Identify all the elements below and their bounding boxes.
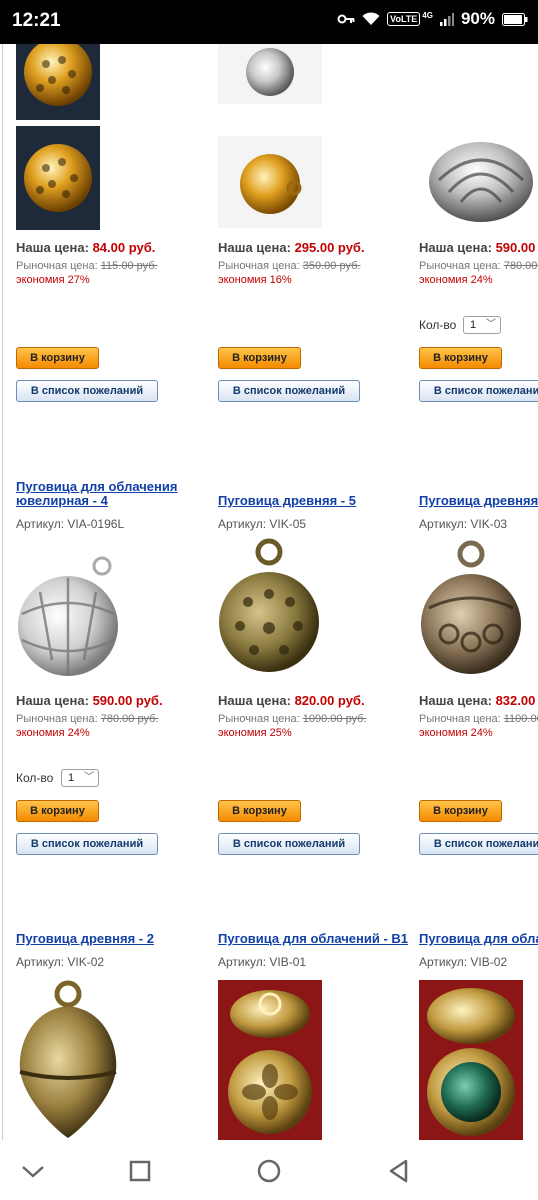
saving: экономия 16% — [218, 274, 292, 286]
sku: Артикул: VIA-0196L — [16, 517, 125, 531]
product-name-link[interactable]: Пуговица древняя - 2 — [16, 932, 154, 946]
sku: Артикул: VIB-01 — [218, 955, 307, 969]
product-image[interactable] — [218, 538, 320, 684]
add-to-cart-button[interactable]: В корзину — [419, 800, 502, 822]
product-grid: Наша цена: 84.00 руб. Рыночная цена: 115… — [0, 44, 538, 1140]
qty-select[interactable]: 1 ﹀ — [61, 769, 99, 787]
saving: экономия 25% — [218, 727, 292, 739]
add-to-wishlist-button[interactable]: В список пожеланий — [16, 833, 158, 855]
network-type: 4G — [422, 10, 433, 20]
volte-badge: VoLTE — [387, 12, 421, 26]
battery-icon — [502, 12, 528, 26]
product-image[interactable] — [419, 980, 523, 1140]
battery-percent: 90% — [460, 9, 495, 28]
product-image[interactable] — [16, 126, 100, 230]
market-price: Рыночная цена: 115.00 руб. — [16, 260, 158, 272]
add-to-cart-button[interactable]: В корзину — [16, 347, 99, 369]
back-icon[interactable] — [384, 1156, 414, 1186]
our-price: Наша цена: 590.00 руб. — [16, 693, 163, 708]
our-price: Наша цена: 832.00 руб. — [419, 693, 538, 708]
qty-label: Кол-во — [16, 771, 54, 785]
our-price: Наша цена: 820.00 руб. — [218, 693, 365, 708]
add-to-wishlist-button[interactable]: В список пожеланий — [218, 833, 360, 855]
add-to-cart-button[interactable]: В корзину — [16, 800, 99, 822]
product-image[interactable] — [218, 980, 322, 1140]
android-nav-bar — [0, 1140, 538, 1200]
product-image[interactable] — [16, 44, 100, 120]
our-price: Наша цена: 84.00 руб. — [16, 240, 156, 255]
product-image[interactable] — [419, 136, 538, 230]
sku: Артикул: VIK-05 — [218, 517, 307, 531]
add-to-wishlist-button[interactable]: В список пожеланий — [218, 380, 360, 402]
saving: экономия 27% — [16, 274, 90, 286]
qty-label: Кол-во — [419, 318, 457, 332]
key-icon — [337, 14, 355, 24]
chevron-down-icon: ﹀ — [486, 319, 496, 330]
add-to-cart-button[interactable]: В корзину — [419, 347, 502, 369]
chevron-down-icon: ﹀ — [84, 772, 94, 783]
chevron-down-icon[interactable] — [18, 1156, 48, 1186]
add-to-cart-button[interactable]: В корзину — [218, 800, 301, 822]
market-price: Рыночная цена: 780.00 руб. — [419, 260, 538, 272]
market-price: Рыночная цена: 1090.00 руб. — [218, 713, 367, 725]
add-to-cart-button[interactable]: В корзину — [218, 347, 301, 369]
product-image[interactable] — [419, 538, 523, 684]
add-to-wishlist-button[interactable]: В список пожеланий — [16, 380, 158, 402]
saving: экономия 24% — [419, 727, 493, 739]
product-image[interactable] — [16, 552, 120, 684]
saving: экономия 24% — [419, 274, 493, 286]
add-to-wishlist-button[interactable]: В список пожеланий — [419, 833, 538, 855]
product-image[interactable] — [218, 44, 322, 104]
product-name-link[interactable]: Пуговица для облачений - В1 — [218, 932, 408, 946]
product-name-link[interactable]: Пуговица для облачений - В2 — [419, 932, 538, 946]
product-image[interactable] — [16, 980, 120, 1140]
qty-select[interactable]: 1 ﹀ — [463, 316, 501, 334]
signal-icon — [439, 13, 454, 26]
recent-apps-icon[interactable] — [125, 1156, 155, 1186]
add-to-wishlist-button[interactable]: В список пожеланий — [419, 380, 538, 402]
market-price: Рыночная цена: 350.00 руб. — [218, 260, 361, 272]
sku: Артикул: VIK-03 — [419, 517, 508, 531]
sku: Артикул: VIK-02 — [16, 955, 105, 969]
wifi-icon — [362, 12, 380, 25]
market-price: Рыночная цена: 780.00 руб. — [16, 713, 159, 725]
status-icons: VoLTE 4G 90% — [337, 9, 528, 29]
product-name-link[interactable]: Пуговица древняя - 5 — [218, 494, 356, 508]
market-price: Рыночная цена: 1100.00 руб. — [419, 713, 538, 725]
product-name-link[interactable]: Пуговица для облачения ювелирная - 4 — [16, 480, 177, 508]
clock: 12:21 — [12, 10, 61, 31]
saving: экономия 24% — [16, 727, 90, 739]
our-price: Наша цена: 590.00 руб. — [419, 240, 538, 255]
home-icon[interactable] — [254, 1156, 284, 1186]
sku: Артикул: VIB-02 — [419, 955, 508, 969]
our-price: Наша цена: 295.00 руб. — [218, 240, 365, 255]
status-bar: 12:21 VoLTE 4G 90% — [0, 0, 538, 44]
product-name-link[interactable]: Пуговица древняя - 3 — [419, 494, 538, 508]
product-image[interactable] — [218, 136, 322, 228]
